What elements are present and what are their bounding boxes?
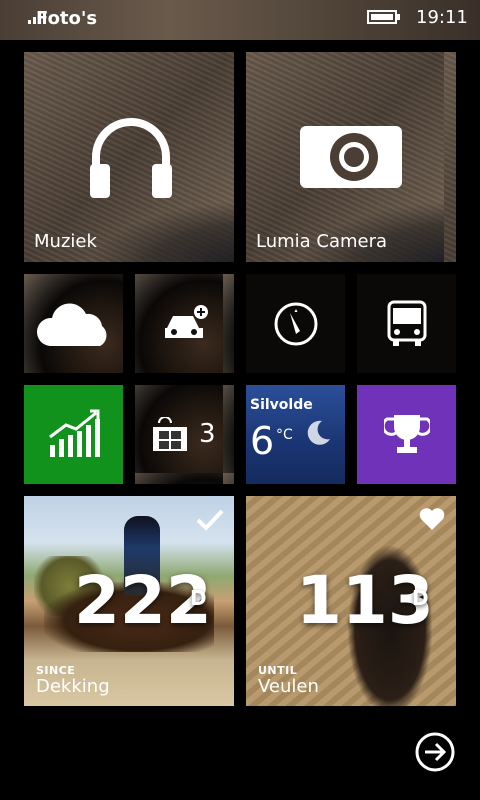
app-name: Foto's bbox=[36, 8, 98, 29]
headphones-icon bbox=[90, 118, 172, 198]
countdown-tile-veulen[interactable]: 113 D UNTIL Veulen bbox=[246, 496, 456, 706]
heart-icon bbox=[419, 508, 445, 530]
camera-tile-label: Lumia Camera bbox=[256, 231, 388, 252]
onedrive-tile[interactable] bbox=[24, 274, 123, 373]
days-until-unit: D bbox=[412, 586, 429, 610]
camera-icon bbox=[300, 126, 402, 188]
battery-icon bbox=[367, 10, 400, 24]
clock: 19:11 bbox=[416, 7, 468, 28]
store-update-count: 3 bbox=[199, 419, 216, 449]
camera-tile[interactable]: Lumia Camera bbox=[246, 52, 456, 262]
store-tile[interactable]: 3 bbox=[135, 385, 234, 484]
car-tile[interactable] bbox=[135, 274, 234, 373]
countdown-tile-dekking[interactable]: 222 D SINCE Dekking bbox=[24, 496, 234, 706]
car-add-icon bbox=[165, 305, 208, 338]
music-tile[interactable]: Muziek bbox=[24, 52, 234, 262]
weather-unit: °C bbox=[276, 427, 293, 443]
music-tile-label: Muziek bbox=[34, 231, 97, 252]
maps-tile[interactable] bbox=[246, 274, 345, 373]
check-icon bbox=[196, 509, 224, 531]
trophy-icon bbox=[384, 415, 430, 453]
bus-icon bbox=[387, 300, 427, 346]
cloud-icon bbox=[36, 303, 107, 346]
transit-tile[interactable] bbox=[357, 274, 456, 373]
weather-temperature: 6 bbox=[250, 419, 275, 463]
status-bar: Foto's 19:11 bbox=[0, 0, 480, 40]
weather-city: Silvolde bbox=[250, 397, 313, 413]
compass-icon bbox=[274, 302, 318, 346]
stock-chart-icon bbox=[49, 409, 100, 457]
weather-tile[interactable]: Silvolde 6 °C bbox=[246, 385, 345, 484]
games-tile[interactable] bbox=[357, 385, 456, 484]
countdown-1-label: Dekking bbox=[36, 676, 110, 697]
countdown-2-label: Veulen bbox=[258, 676, 319, 697]
moon-icon bbox=[307, 420, 330, 445]
arrow-right-circle-icon[interactable] bbox=[414, 731, 456, 773]
finance-tile[interactable] bbox=[24, 385, 123, 484]
days-since-unit: D bbox=[190, 586, 207, 610]
store-icon bbox=[153, 417, 187, 451]
